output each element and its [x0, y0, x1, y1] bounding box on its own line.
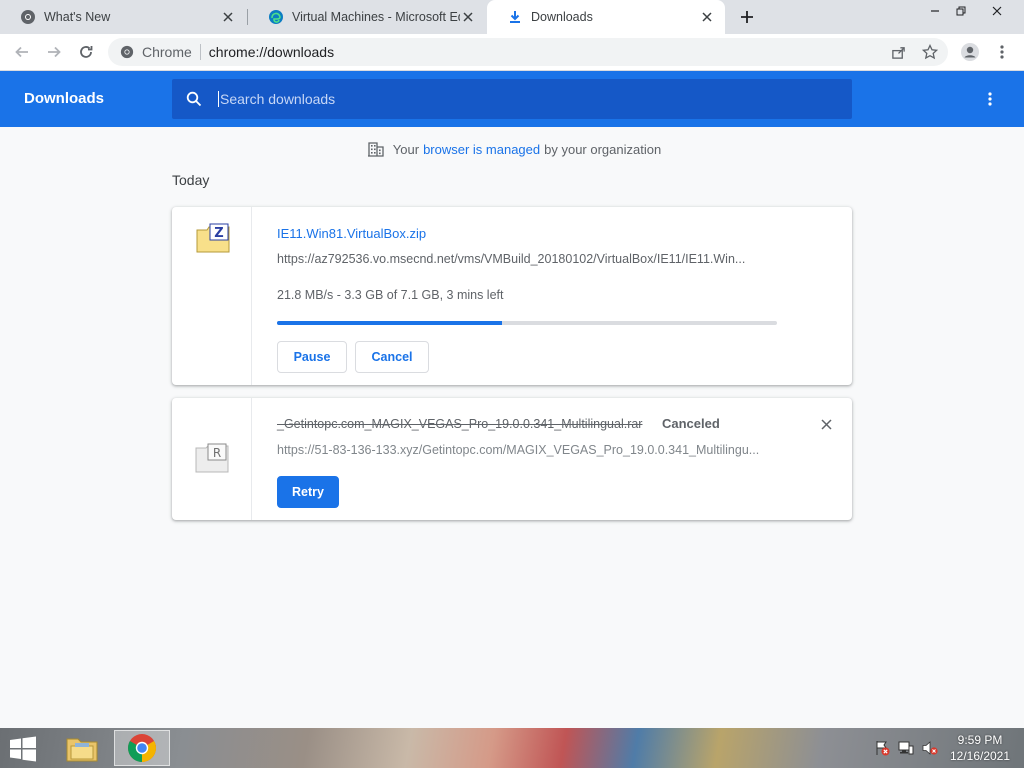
plus-icon — [741, 11, 753, 23]
svg-text:Z: Z — [214, 226, 223, 241]
rar-file-icon: R — [195, 443, 229, 473]
tab-close-icon[interactable] — [460, 9, 476, 25]
search-box[interactable] — [172, 79, 852, 119]
close-icon — [820, 418, 832, 430]
search-icon — [186, 90, 204, 108]
retry-button[interactable]: Retry — [277, 476, 339, 508]
omnibox-scheme-label: Chrome — [142, 44, 192, 60]
tab-title: Virtual Machines - Microsoft Edg — [292, 10, 460, 24]
download-filename-link[interactable]: IE11.Win81.VirtualBox.zip — [277, 226, 426, 241]
managed-suffix: by your organization — [544, 141, 662, 157]
bookmark-star-icon[interactable] — [922, 44, 938, 60]
tab-virtual-machines[interactable]: Virtual Machines - Microsoft Edg — [248, 0, 486, 34]
tab-strip: What's New Virtual Machines - Microsoft … — [0, 0, 1024, 34]
file-icon-column: R — [172, 398, 252, 520]
profile-avatar-icon — [961, 43, 979, 61]
building-icon — [367, 140, 385, 158]
reload-button[interactable] — [74, 40, 98, 64]
download-progress-fill — [277, 321, 502, 325]
folder-icon — [66, 738, 98, 762]
tab-title: Downloads — [531, 10, 593, 24]
browser-menu-button[interactable] — [990, 40, 1014, 64]
action-center-flag-icon[interactable] — [874, 740, 890, 756]
chrome-icon — [20, 9, 36, 25]
download-filename: _Getintopc.com_MAGIX_VEGAS_Pro_19.0.0.34… — [277, 417, 643, 431]
system-clock[interactable]: 9:59 PM 12/16/2021 — [944, 732, 1016, 764]
tab-title: What's New — [44, 10, 111, 24]
taskbar-chrome[interactable] — [114, 730, 170, 766]
windows-logo-icon — [10, 736, 36, 762]
back-arrow-icon — [15, 46, 28, 58]
url-text[interactable]: chrome://downloads — [209, 44, 334, 60]
tab-close-icon[interactable] — [220, 9, 236, 25]
downloads-header: Downloads — [0, 71, 1024, 127]
cancel-button[interactable]: Cancel — [355, 341, 429, 373]
windows-taskbar: 9:59 PM 12/16/2021 — [0, 728, 1024, 768]
volume-muted-icon[interactable] — [922, 740, 938, 756]
address-bar[interactable]: Chrome chrome://downloads — [108, 38, 948, 66]
downloads-menu-button[interactable] — [980, 88, 1000, 110]
more-vert-icon — [1000, 45, 1004, 59]
restore-button[interactable] — [946, 0, 976, 22]
back-button[interactable] — [10, 40, 34, 64]
new-tab-button[interactable] — [736, 6, 758, 28]
download-status-text: 21.8 MB/s - 3.3 GB of 7.1 GB, 3 mins lef… — [277, 288, 504, 302]
omnibox-divider — [199, 44, 201, 60]
download-item: R _Getintopc.com_MAGIX_VEGAS_Pro_19.0.0.… — [172, 398, 852, 520]
managed-prefix: Your — [392, 141, 420, 157]
more-vert-icon — [988, 92, 992, 106]
chrome-icon — [128, 734, 156, 762]
managed-link[interactable]: browser is managed — [423, 142, 540, 157]
minimize-icon — [931, 10, 939, 12]
clock-time: 9:59 PM — [957, 733, 1003, 747]
download-item: Z IE11.Win81.VirtualBox.zip https://az79… — [172, 207, 852, 385]
download-source-url[interactable]: https://51-83-136-133.xyz/Getintopc.com/… — [277, 443, 777, 457]
network-icon[interactable] — [898, 740, 914, 756]
tab-whats-new[interactable]: What's New — [0, 0, 246, 34]
search-input[interactable] — [218, 91, 818, 107]
profile-button[interactable] — [958, 40, 982, 64]
browser-toolbar: Chrome chrome://downloads — [0, 34, 1024, 71]
section-label-today: Today — [172, 172, 210, 188]
close-window-button[interactable] — [982, 0, 1012, 22]
taskbar-file-explorer[interactable] — [54, 730, 110, 766]
clock-date: 12/16/2021 — [949, 749, 1011, 763]
tab-close-icon[interactable] — [699, 9, 715, 25]
tab-downloads[interactable]: Downloads — [487, 0, 725, 34]
zip-file-icon: Z — [196, 223, 230, 253]
page-title: Downloads — [24, 90, 105, 107]
reload-icon — [80, 46, 93, 58]
forward-arrow-icon — [48, 46, 61, 58]
close-icon — [992, 6, 1002, 16]
canceled-status-label: Canceled — [662, 416, 720, 431]
remove-from-list-button[interactable] — [818, 416, 834, 432]
start-button[interactable] — [8, 736, 38, 762]
pause-button[interactable]: Pause — [277, 341, 347, 373]
download-source-url[interactable]: https://az792536.vo.msecnd.net/vms/VMBui… — [277, 252, 777, 266]
managed-notice: Your browser is managed by your organiza… — [0, 140, 1024, 158]
download-icon — [507, 9, 523, 25]
edge-icon — [268, 9, 284, 25]
download-progress-bar — [277, 321, 777, 325]
share-icon[interactable] — [890, 44, 906, 60]
file-icon-column: Z — [172, 207, 252, 385]
chrome-icon — [120, 45, 134, 59]
restore-icon — [956, 6, 966, 16]
svg-text:R: R — [213, 446, 221, 460]
forward-button[interactable] — [42, 40, 66, 64]
